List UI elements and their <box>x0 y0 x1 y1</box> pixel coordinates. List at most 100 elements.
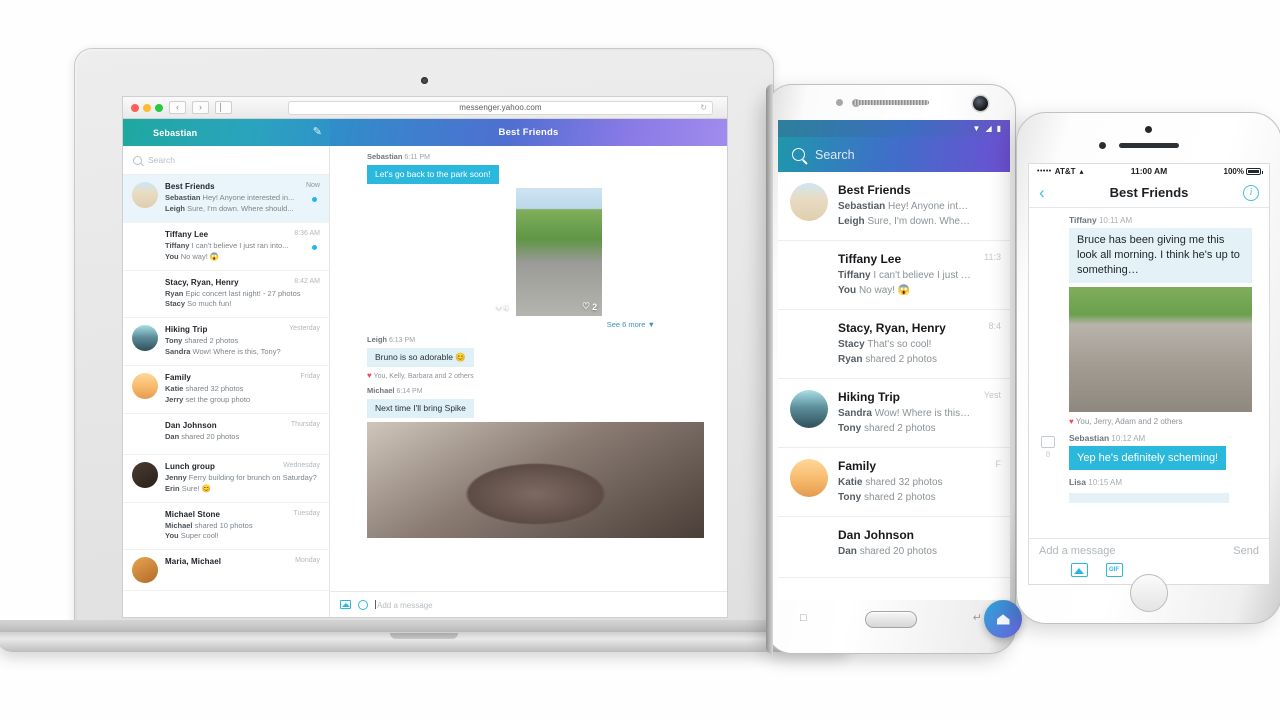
message-meta: Lisa 10:15 AM <box>1069 477 1260 487</box>
search-input[interactable]: Search <box>123 146 329 175</box>
photo-attachment[interactable]: ♡ 2 <box>516 188 603 317</box>
back-chevron-icon[interactable]: ‹ <box>1039 184 1045 201</box>
conversation-title: Hiking Trip <box>838 390 901 404</box>
info-button[interactable]: i <box>1243 184 1259 201</box>
message-time: 6:14 PM <box>396 388 423 396</box>
photo-attachment-row[interactable] <box>367 422 717 539</box>
message-input-placeholder: Add a message <box>377 600 433 610</box>
iphone-earpiece <box>1119 143 1179 148</box>
conversation-list-item[interactable]: Best Friends Sebastian Hey! Anyone intere… <box>778 172 1010 241</box>
app-header-profile[interactable]: Sebastian ✎ <box>123 119 330 146</box>
emoji-icon[interactable] <box>358 599 368 610</box>
laptop-latch-notch <box>390 633 458 639</box>
conversation-timestamp: Tuesday <box>293 509 320 517</box>
photo-attachment[interactable] <box>367 422 704 539</box>
home-button[interactable] <box>865 611 917 628</box>
conversation-title: Family <box>165 373 191 382</box>
photo-icon[interactable] <box>340 600 351 609</box>
app-header-conversation: Best Friends <box>330 119 727 146</box>
conversation-list-item[interactable]: Lunch group Jenny Ferry building for brun… <box>123 455 329 503</box>
avatar <box>790 459 828 497</box>
conversation-list-item[interactable]: Family Katie shared 32 photos Jerry set th… <box>123 366 329 414</box>
conversation-preview-line: Tiffany I can't believe I just ran into.… <box>838 270 972 281</box>
conversation-list-item[interactable]: Family Katie shared 32 photos Tony shared … <box>778 448 1010 517</box>
conversation-list-item[interactable]: Dan Johnson Dan shared 20 photos Thursday <box>123 414 329 455</box>
avatar <box>132 182 158 208</box>
conversation-preview-line: Sandra Wow! Where is this Tony? <box>838 408 972 419</box>
conversation-list[interactable]: Best Friends Sebastian Hey! Anyone intere… <box>778 172 1010 578</box>
browser-forward-button[interactable]: › <box>192 101 209 114</box>
conversation-sidebar[interactable]: Search Best Friends Sebastian Hey! Anyone… <box>123 146 330 617</box>
photo-attachment[interactable]: ♥ 4 <box>367 188 513 316</box>
message-composer[interactable]: Add a message <box>330 591 727 617</box>
conversation-list-item[interactable]: Stacy, Ryan, Henry Stacy That's so cool! R… <box>778 310 1010 379</box>
photo-like-count[interactable]: ♡ 2 <box>582 301 597 312</box>
home-button[interactable] <box>1130 574 1168 612</box>
conversation-preview-line: You Super cool! <box>165 531 219 541</box>
address-bar[interactable]: messenger.yahoo.com ↻ <box>288 100 713 115</box>
back-icon[interactable]: ↵ <box>973 611 982 624</box>
conversation-list-item[interactable]: Hiking Trip Sandra Wow! Where is this Ton… <box>778 379 1010 448</box>
sidebar-toggle-button[interactable] <box>215 101 232 114</box>
send-button[interactable]: Send <box>1233 545 1259 557</box>
photo-count-value: 8 <box>1045 450 1051 459</box>
heart-icon: ♥ <box>1069 416 1074 426</box>
conversation-list-item[interactable]: Best Friends Sebastian Hey! Anyone intere… <box>123 175 329 223</box>
browser-toolbar: ‹ › messenger.yahoo.com ↻ <box>123 97 727 119</box>
conversation-preview-line: Dan shared 20 photos <box>165 431 240 441</box>
minimize-window-button[interactable] <box>143 103 151 112</box>
window-traffic-lights[interactable] <box>131 103 163 112</box>
see-more-photos-button[interactable]: See 6 more ▼ <box>367 316 717 329</box>
conversation-list-item[interactable]: Michael Stone Michael shared 10 photos You… <box>123 503 329 551</box>
avatar <box>790 528 828 566</box>
photo-icon[interactable] <box>1070 563 1088 577</box>
avatar <box>1038 479 1062 503</box>
battery-icon: ▮ <box>996 123 1001 133</box>
message-sender: Sebastian <box>1069 432 1110 443</box>
conversation-timestamp: Yesterday <box>289 325 320 333</box>
conversation-preview-line: Sandra Wow! Where is this, Tony? <box>165 347 281 357</box>
message-bubble <box>1069 493 1229 504</box>
address-bar-url: messenger.yahoo.com <box>459 103 542 112</box>
iphone-front-camera-icon <box>1099 142 1106 149</box>
conversation-list-item[interactable]: Tiffany Lee Tiffany I can't believe I jus… <box>123 223 329 271</box>
maximize-window-button[interactable] <box>155 103 163 112</box>
conversation-list-item[interactable]: Stacy, Ryan, Henry Ryan Epic concert last… <box>123 271 329 319</box>
conversation-list-item[interactable]: Dan Johnson Dan shared 20 photos <box>778 517 1010 578</box>
avatar <box>790 390 828 428</box>
photo-like-count[interactable]: ♥ 4 <box>496 302 508 312</box>
message-input-row[interactable]: Add a message Send <box>1029 539 1269 563</box>
message-meta: Sebastian 6:11 PM <box>367 152 717 161</box>
photo-attachment-row[interactable]: ♥ 4 ♡ 2 <box>367 188 717 317</box>
close-window-button[interactable] <box>131 103 139 112</box>
message-reactions[interactable]: ♥ You, Kelly, Barbara and 2 others <box>367 371 717 380</box>
compose-pencil-icon[interactable]: ✎ <box>313 127 322 138</box>
conversation-list-item[interactable]: Maria, Michael Monday <box>123 550 329 592</box>
app-header: Sebastian ✎ Best Friends <box>123 119 727 146</box>
search-icon <box>133 155 142 165</box>
avatar <box>132 230 158 256</box>
conversation-preview-line: Jerry set the group photo <box>165 394 251 404</box>
reload-icon[interactable]: ↻ <box>700 103 707 112</box>
conversation-list-item[interactable]: Hiking Trip Tony shared 2 photos Sandra Wo… <box>123 318 329 366</box>
browser-back-button[interactable]: ‹ <box>169 101 186 114</box>
conversation-list-item[interactable]: Tiffany Lee Tiffany I can't believe I jus… <box>778 241 1010 310</box>
conversation-preview-line: Katie shared 32 photos <box>838 477 943 488</box>
conversation-preview-line: Tony shared 2 photos <box>838 423 936 434</box>
conversation-preview-line: Jenny Ferry building for brunch on Satur… <box>165 472 317 482</box>
battery-icon <box>1246 167 1263 175</box>
message-input[interactable]: Add a message <box>375 599 433 610</box>
conversation-list[interactable]: Best Friends Sebastian Hey! Anyone intere… <box>123 175 329 592</box>
recents-icon[interactable]: □ <box>800 612 807 624</box>
message-input-placeholder[interactable]: Add a message <box>1039 545 1115 557</box>
search-input[interactable]: Search <box>778 137 1010 172</box>
conversation-timestamp: Friday <box>300 373 320 380</box>
photo-attachment[interactable] <box>1069 286 1252 412</box>
unread-indicator <box>312 197 317 202</box>
avatar <box>790 252 828 290</box>
photo-attachment[interactable] <box>605 188 717 316</box>
message-reactions[interactable]: ♥ You, Jerry, Adam and 2 others <box>1069 417 1260 426</box>
gif-icon[interactable]: GIF <box>1105 563 1123 577</box>
android-status-bar: ▼ ◢ ▮ <box>778 120 1010 137</box>
conversation-title: Best Friends <box>838 183 911 197</box>
